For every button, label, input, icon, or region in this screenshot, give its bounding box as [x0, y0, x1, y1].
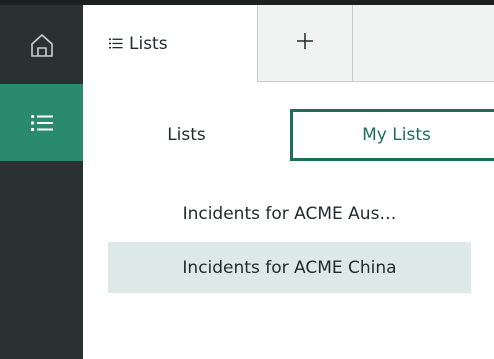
list-icon	[30, 113, 54, 133]
toggle-my-lists-option[interactable]: My Lists	[290, 109, 494, 161]
toggle-my-lists-label: My Lists	[362, 125, 431, 145]
home-icon	[29, 32, 55, 58]
tab-lists[interactable]: Lists	[83, 5, 258, 82]
lists-nav-button[interactable]	[0, 84, 83, 161]
toggle-lists-option[interactable]: Lists	[83, 109, 290, 161]
add-tab-button[interactable]	[258, 5, 353, 82]
list-item-label: Incidents for ACME Aus…	[182, 204, 397, 224]
lists-list: Incidents for ACME Aus… Incidents for AC…	[108, 191, 471, 293]
plus-icon	[296, 32, 314, 54]
tab-list-icon	[109, 34, 123, 54]
list-item-selected[interactable]: Incidents for ACME China	[108, 242, 471, 293]
tab-lists-label: Lists	[129, 33, 168, 54]
list-item[interactable]: Incidents for ACME Aus…	[108, 191, 471, 237]
list-scope-toggle: Lists My Lists	[83, 109, 494, 161]
home-button[interactable]	[0, 5, 83, 84]
tab-bar-empty-area	[353, 5, 494, 82]
toggle-lists-label: Lists	[167, 125, 206, 145]
list-item-label: Incidents for ACME China	[182, 257, 397, 278]
